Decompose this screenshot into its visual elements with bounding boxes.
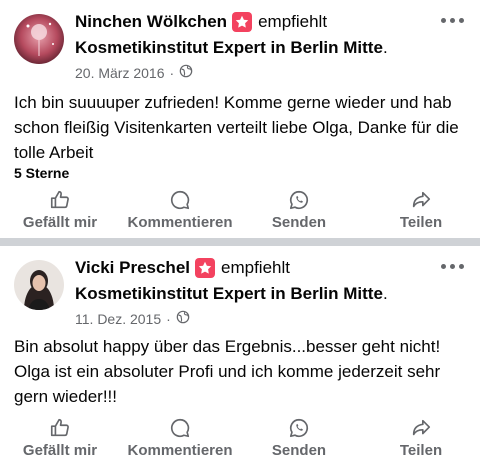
post-meta: 11. Dez. 2015 · <box>75 310 190 327</box>
post-date[interactable]: 11. Dez. 2015 <box>75 311 161 327</box>
meta-separator: · <box>169 64 175 81</box>
page-suffix: . <box>382 38 388 57</box>
star-badge-icon <box>195 258 215 278</box>
post-divider <box>0 238 480 246</box>
send-label: Senden <box>271 214 327 231</box>
action-bar: Gefällt mir Kommentieren Senden Teilen <box>0 188 480 238</box>
review-post: Vicki Preschel empfiehlt Kosmetikinstitu… <box>0 246 480 467</box>
globe-icon <box>176 310 190 327</box>
share-arrow-icon <box>410 188 432 212</box>
share-label: Teilen <box>399 214 443 231</box>
share-label: Teilen <box>399 442 443 459</box>
rating-label: 5 Sterne <box>14 165 70 181</box>
page-suffix: . <box>382 284 388 303</box>
comment-button[interactable]: Kommentieren <box>122 416 238 466</box>
send-label: Senden <box>271 442 327 459</box>
comment-bubble-icon <box>169 416 191 440</box>
review-post: Ninchen Wölkchen empfiehlt Kosmetikinsti… <box>0 0 480 238</box>
comment-label: Kommentieren <box>127 214 233 231</box>
share-button[interactable]: Teilen <box>390 416 452 466</box>
whatsapp-icon <box>288 416 310 440</box>
page-link[interactable]: Kosmetikinstitut Expert in Berlin Mitte <box>75 284 383 303</box>
post-text: Bin absolut happy über das Ergebnis...be… <box>14 337 441 406</box>
author-line: Ninchen Wölkchen empfiehlt <box>75 12 327 32</box>
share-arrow-icon <box>410 416 432 440</box>
post-text: Ich bin suuuuper zufrieden! Komme gerne … <box>14 93 459 162</box>
comment-label: Kommentieren <box>127 442 233 459</box>
globe-icon <box>179 64 193 81</box>
like-label: Gefällt mir <box>22 214 98 231</box>
comment-button[interactable]: Kommentieren <box>122 188 238 238</box>
share-button[interactable]: Teilen <box>390 188 452 238</box>
like-button[interactable]: Gefällt mir <box>18 188 102 238</box>
like-button[interactable]: Gefällt mir <box>18 416 102 466</box>
author-name[interactable]: Ninchen Wölkchen <box>75 12 227 32</box>
like-label: Gefällt mir <box>22 442 98 459</box>
page-name[interactable]: Kosmetikinstitut Expert in Berlin Mitte. <box>75 284 388 304</box>
send-button[interactable]: Senden <box>266 188 332 238</box>
send-button[interactable]: Senden <box>266 416 332 466</box>
post-date[interactable]: 20. März 2016 <box>75 65 165 81</box>
more-options-icon[interactable] <box>441 264 464 269</box>
star-badge-icon <box>232 12 253 32</box>
thumbs-up-icon <box>49 188 71 212</box>
avatar[interactable] <box>14 14 64 64</box>
meta-separator: · <box>166 310 171 327</box>
action-bar: Gefällt mir Kommentieren Senden Teilen <box>0 416 480 466</box>
thumbs-up-icon <box>49 416 71 440</box>
more-options-icon[interactable] <box>441 18 464 23</box>
author-name[interactable]: Vicki Preschel <box>75 258 190 278</box>
whatsapp-icon <box>288 188 310 212</box>
post-meta: 20. März 2016 · <box>75 64 193 81</box>
page-name[interactable]: Kosmetikinstitut Expert in Berlin Mitte. <box>75 38 388 58</box>
comment-bubble-icon <box>169 188 191 212</box>
author-line: Vicki Preschel empfiehlt <box>75 258 290 278</box>
avatar[interactable] <box>14 260 64 310</box>
recommend-verb: empfiehlt <box>221 258 290 277</box>
recommend-verb: empfiehlt <box>258 12 328 31</box>
page-link[interactable]: Kosmetikinstitut Expert in Berlin Mitte <box>75 38 383 57</box>
